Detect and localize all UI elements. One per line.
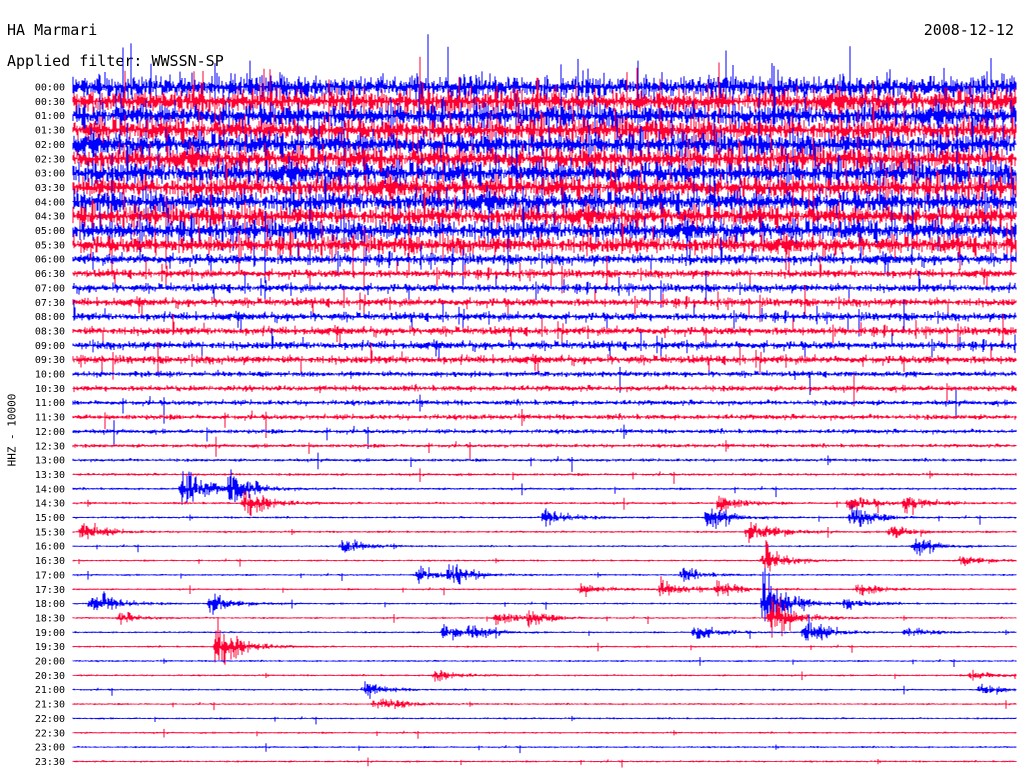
tick-label-0800: 08:00 <box>35 312 65 323</box>
tick-label-1400: 14:00 <box>35 484 65 495</box>
tick-label-0030: 00:30 <box>35 97 65 108</box>
trace-1000 <box>72 366 1017 395</box>
tick-label-0400: 04:00 <box>35 197 65 208</box>
tick-label-2230: 22:30 <box>35 728 65 739</box>
tick-label-1530: 15:30 <box>35 527 65 538</box>
tick-label-2130: 21:30 <box>35 700 65 711</box>
tick-label-0630: 06:30 <box>35 269 65 280</box>
trace-layer <box>72 34 1017 768</box>
tick-label-2000: 20:00 <box>35 657 65 668</box>
tick-label-0300: 03:00 <box>35 169 65 180</box>
trace-2200 <box>72 715 1017 725</box>
tick-label-1430: 14:30 <box>35 499 65 510</box>
tick-label-1100: 11:00 <box>35 398 65 409</box>
trace-2300 <box>72 743 1017 754</box>
tick-label-2200: 22:00 <box>35 714 65 725</box>
trace-1530 <box>72 522 1017 543</box>
tick-label-1130: 11:30 <box>35 413 65 424</box>
tick-label-0200: 02:00 <box>35 140 65 151</box>
trace-2330 <box>72 757 1017 768</box>
time-tick-labels: 00:00 00:30 01:00 01:30 02:00 02:30 03:00 03:30… <box>35 83 65 768</box>
tick-label-0830: 08:30 <box>35 326 65 337</box>
tick-label-1730: 17:30 <box>35 585 65 596</box>
tick-label-0430: 04:30 <box>35 212 65 223</box>
tick-label-0930: 09:30 <box>35 355 65 366</box>
tick-label-0500: 05:00 <box>35 226 65 237</box>
trace-1700 <box>72 564 1017 585</box>
trace-1230 <box>72 436 1017 460</box>
tick-label-0530: 05:30 <box>35 240 65 251</box>
trace-1500 <box>72 504 1017 529</box>
tick-label-1000: 10:00 <box>35 370 65 381</box>
tick-label-1630: 16:30 <box>35 556 65 567</box>
tick-label-1700: 17:00 <box>35 570 65 581</box>
helicorder-plot: 00:00 00:30 01:00 01:30 02:00 02:30 03:00 03:30… <box>35 34 1017 768</box>
tick-label-1830: 18:30 <box>35 613 65 624</box>
trace-1600 <box>72 538 1017 556</box>
trace-2030 <box>72 669 1017 682</box>
tick-label-0730: 07:30 <box>35 298 65 309</box>
trace-1300 <box>72 452 1017 472</box>
trace-2000 <box>72 657 1017 667</box>
trace-2130 <box>72 698 1017 711</box>
tick-label-0230: 02:30 <box>35 154 65 165</box>
trace-1930 <box>72 617 1017 665</box>
trace-2100 <box>72 681 1017 699</box>
tick-label-1230: 12:30 <box>35 441 65 452</box>
tick-label-2300: 23:00 <box>35 743 65 754</box>
trace-1330 <box>72 468 1017 484</box>
tick-label-0130: 01:30 <box>35 126 65 137</box>
tick-label-1900: 19:00 <box>35 628 65 639</box>
tick-label-1200: 12:00 <box>35 427 65 438</box>
tick-label-1800: 18:00 <box>35 599 65 610</box>
tick-label-0700: 07:00 <box>35 283 65 294</box>
tick-label-1930: 19:30 <box>35 642 65 653</box>
tick-label-1500: 15:00 <box>35 513 65 524</box>
tick-label-2030: 20:30 <box>35 671 65 682</box>
tick-label-1600: 16:00 <box>35 542 65 553</box>
trace-1630 <box>72 540 1017 575</box>
trace-1730 <box>72 576 1017 597</box>
tick-label-0100: 01:00 <box>35 111 65 122</box>
tick-label-2100: 21:00 <box>35 685 65 696</box>
tick-label-0600: 06:00 <box>35 255 65 266</box>
tick-label-2330: 23:30 <box>35 757 65 768</box>
trace-2230 <box>72 728 1017 739</box>
tick-label-1330: 13:30 <box>35 470 65 481</box>
tick-label-0900: 09:00 <box>35 341 65 352</box>
tick-label-0330: 03:30 <box>35 183 65 194</box>
trace-1130 <box>72 409 1017 438</box>
tick-label-1300: 13:00 <box>35 456 65 467</box>
tick-label-0000: 00:00 <box>35 83 65 94</box>
tick-label-1030: 10:30 <box>35 384 65 395</box>
